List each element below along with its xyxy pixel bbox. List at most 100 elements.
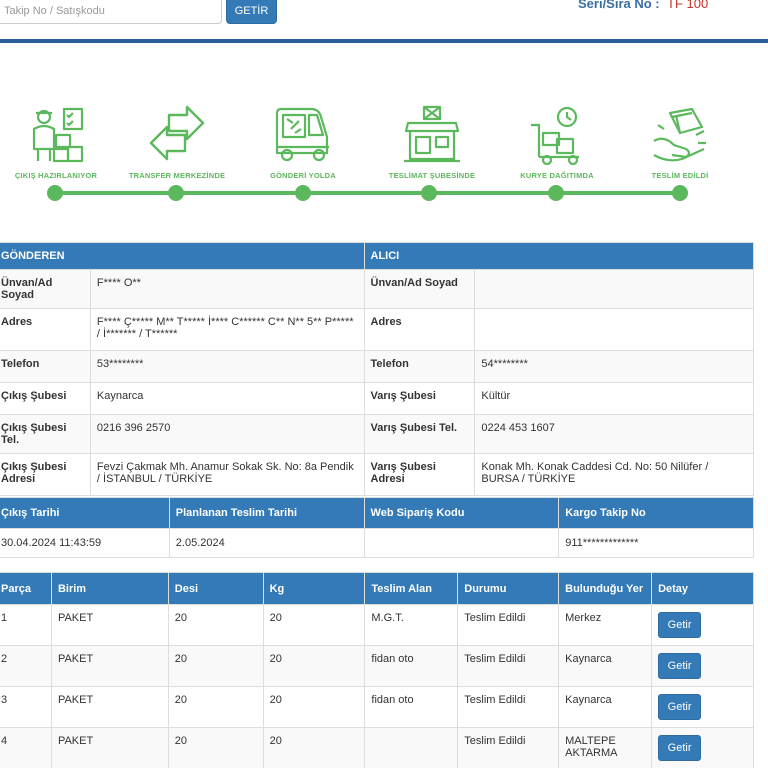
piece-desi: 20	[167, 727, 264, 768]
piece-status: Teslim Edildi	[457, 727, 560, 768]
piece-location: Kaynarca	[558, 686, 653, 728]
detail-getir-button[interactable]: Getir	[658, 694, 702, 720]
sender-value: Fevzi Çakmak Mh. Anamur Sokak Sk. No: 8a…	[89, 453, 365, 496]
piece-unit: PAKET	[50, 604, 169, 646]
piece-recipient: M.G.T.	[364, 604, 459, 646]
piece-kg: 20	[262, 727, 366, 768]
tracking-search-input[interactable]	[0, 0, 222, 24]
detail-getir-button[interactable]: Getir	[658, 612, 702, 638]
piece-number: 4	[0, 727, 52, 768]
shipment-info-table: Çıkış Tarihi Planlanan Teslim Tarihi Web…	[0, 497, 754, 558]
column-header: Durumu	[457, 572, 560, 605]
piece-detail: Getir	[651, 727, 754, 768]
sender-label: Çıkış Şubesi Tel.	[0, 414, 91, 454]
hand-truck-icon	[531, 106, 579, 165]
piece-unit: PAKET	[50, 686, 169, 728]
column-header: Teslim Alan	[364, 572, 459, 605]
piece-unit: PAKET	[50, 727, 169, 768]
step-cikis-hazirlaniyor: ÇIKIŞ HAZIRLANIYOR	[0, 105, 116, 180]
sender-label: Çıkış Şubesi Adresi	[0, 453, 91, 496]
progress-dot	[47, 185, 63, 201]
piece-desi: 20	[167, 686, 264, 728]
progress-dot	[295, 185, 311, 201]
column-header: Web Sipariş Kodu	[363, 497, 560, 529]
sender-value: F**** Ç***** M** T***** İ**** C****** C*…	[89, 308, 365, 351]
step-kurye-dagitimda: KURYE DAĞITIMDA	[497, 105, 617, 180]
progress-dot	[421, 185, 437, 201]
departure-date: 30.04.2024 11:43:59	[0, 528, 170, 558]
column-header: Çıkış Tarihi	[0, 497, 170, 529]
sender-header: GÖNDEREN	[0, 242, 365, 270]
piece-location: Merkez	[558, 604, 653, 646]
delivery-truck-icon	[275, 107, 329, 162]
top-bar: GETİR Seri/Sıra No : TF 100	[0, 0, 768, 40]
piece-kg: 20	[262, 604, 366, 646]
piece-detail: Getir	[651, 645, 754, 687]
progress-line	[55, 191, 680, 195]
step-gonderi-yolda: GÖNDERİ YOLDA	[243, 105, 363, 180]
piece-desi: 20	[167, 604, 264, 646]
receiver-label: Adres	[363, 308, 476, 351]
receiver-header: ALICI	[363, 242, 754, 270]
table-row: 4 PAKET 20 20 Teslim Edildi MALTEPE AKTA…	[0, 727, 754, 768]
receiver-value: 54********	[474, 350, 754, 383]
piece-kg: 20	[262, 686, 366, 728]
column-header: Birim	[50, 572, 169, 605]
web-order-code	[363, 528, 560, 558]
table-row: 3 PAKET 20 20 fidan oto Teslim Edildi Ka…	[0, 686, 754, 728]
step-label: ÇIKIŞ HAZIRLANIYOR	[14, 171, 98, 180]
seri-sira-label: Seri/Sıra No :	[578, 0, 660, 11]
progress-dot	[168, 185, 184, 201]
progress-dot	[548, 185, 564, 201]
piece-detail: Getir	[651, 604, 754, 646]
branch-store-icon	[404, 105, 460, 163]
sender-label: Çıkış Şubesi	[0, 382, 91, 415]
step-teslim-edildi: TESLİM EDİLDİ	[620, 105, 740, 180]
detail-getir-button[interactable]: Getir	[658, 735, 702, 761]
receiver-label: Varış Şubesi Adresi	[363, 453, 476, 496]
progress-dot	[672, 185, 688, 201]
column-header: Parça	[0, 572, 52, 605]
receiver-label: Telefon	[363, 350, 476, 383]
column-header: Detay	[651, 572, 754, 605]
piece-kg: 20	[262, 645, 366, 687]
sender-receiver-table: GÖNDEREN ALICI Ünvan/Ad Soyad F**** O** …	[0, 242, 754, 496]
table-row: 1 PAKET 20 20 M.G.T. Teslim Edildi Merke…	[0, 604, 754, 646]
piece-number: 3	[0, 686, 52, 728]
piece-recipient	[364, 727, 459, 768]
tracking-number: 911*************	[558, 528, 754, 558]
planned-delivery-date: 2.05.2024	[168, 528, 365, 558]
seri-sira-value: TF 100	[667, 0, 709, 11]
detail-getir-button[interactable]: Getir	[658, 653, 702, 679]
receiver-label: Varış Şubesi Tel.	[363, 414, 476, 454]
piece-location: MALTEPE AKTARMA	[558, 727, 653, 768]
sender-value: Kaynarca	[89, 382, 365, 415]
step-teslimat-subesinde: TESLİMAT ŞUBESİNDE	[372, 105, 492, 180]
sender-value: 53********	[89, 350, 365, 383]
step-label: TESLİMAT ŞUBESİNDE	[388, 171, 476, 180]
receiver-value	[474, 308, 754, 351]
receiver-value: Konak Mh. Konak Caddesi Cd. No: 50 Nilüf…	[474, 453, 754, 496]
column-header: Kargo Takip No	[558, 497, 754, 529]
piece-detail: Getir	[651, 686, 754, 728]
column-header: Planlanan Teslim Tarihi	[168, 497, 365, 529]
pieces-table: Parça Birim Desi Kg Teslim Alan Durumu B…	[0, 572, 754, 768]
sender-value: 0216 396 2570	[89, 414, 365, 454]
piece-number: 2	[0, 645, 52, 687]
search-submit-button[interactable]: GETİR	[226, 0, 277, 24]
column-header: Kg	[262, 572, 366, 605]
step-label: GÖNDERİ YOLDA	[270, 171, 336, 180]
piece-location: Kaynarca	[558, 645, 653, 687]
step-label: TRANSFER MERKEZİNDE	[128, 171, 226, 180]
sender-value: F**** O**	[89, 269, 365, 309]
table-row: 2 PAKET 20 20 fidan oto Teslim Edildi Ka…	[0, 645, 754, 687]
sender-label: Telefon	[0, 350, 91, 383]
piece-status: Teslim Edildi	[457, 686, 560, 728]
transfer-arrows-icon	[149, 105, 205, 161]
column-header: Bulunduğu Yer	[558, 572, 653, 605]
sender-label: Adres	[0, 308, 91, 351]
delivered-package-icon	[653, 107, 706, 162]
piece-status: Teslim Edildi	[457, 604, 560, 646]
piece-recipient: fidan oto	[364, 686, 459, 728]
piece-status: Teslim Edildi	[457, 645, 560, 687]
